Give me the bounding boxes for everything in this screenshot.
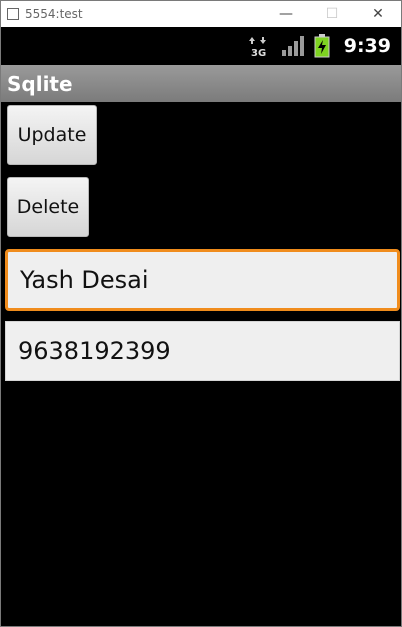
app-window-icon xyxy=(7,8,19,20)
phone-input[interactable]: 9638192399 xyxy=(5,321,400,381)
update-button[interactable]: Update xyxy=(7,105,97,165)
maximize-button[interactable]: ☐ xyxy=(309,1,355,27)
name-input[interactable]: Yash Desai xyxy=(5,249,400,311)
minimize-button[interactable]: — xyxy=(263,1,309,27)
emulator-window: 5554:test — ☐ ✕ 3G 9:39 Sqlite Update De… xyxy=(0,0,402,627)
app-title-bar: Sqlite xyxy=(1,65,401,102)
window-titlebar: 5554:test — ☐ ✕ xyxy=(1,1,401,27)
signal-strength-icon xyxy=(280,35,304,57)
minimize-icon: — xyxy=(279,6,293,22)
network-3g-icon: 3G xyxy=(248,35,270,57)
status-clock: 9:39 xyxy=(343,35,391,57)
close-button[interactable]: ✕ xyxy=(355,1,401,27)
app-title: Sqlite xyxy=(7,71,73,96)
delete-button[interactable]: Delete xyxy=(7,177,89,237)
maximize-icon: ☐ xyxy=(325,6,339,22)
window-controls: — ☐ ✕ xyxy=(263,1,401,27)
battery-charging-icon xyxy=(314,34,330,58)
window-title: 5554:test xyxy=(25,7,83,21)
close-icon: ✕ xyxy=(372,6,384,22)
android-status-bar: 3G 9:39 xyxy=(1,27,401,65)
network-type-label: 3G xyxy=(251,48,266,57)
